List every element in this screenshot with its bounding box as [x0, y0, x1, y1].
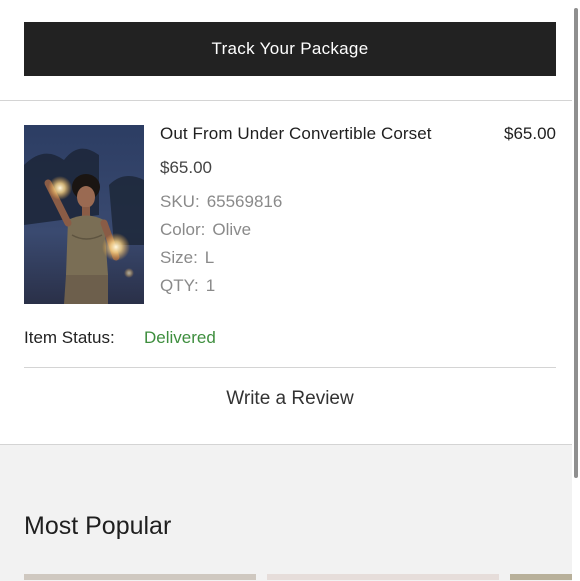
- qty-value: 1: [205, 276, 216, 295]
- color-label: Color:: [160, 220, 206, 239]
- product-image[interactable]: [24, 125, 144, 304]
- qty-row: QTY: 1: [160, 276, 215, 296]
- product-card[interactable]: [510, 574, 572, 580]
- product-title[interactable]: Out From Under Convertible Corset: [160, 124, 432, 144]
- product-card[interactable]: [24, 574, 256, 580]
- divider: [24, 367, 556, 368]
- line-total-price: $65.00: [504, 124, 556, 143]
- most-popular-heading: Most Popular: [24, 512, 172, 540]
- item-status-label: Item Status:: [24, 328, 115, 347]
- color-value: Olive: [212, 220, 252, 239]
- track-package-button[interactable]: Track Your Package: [24, 22, 556, 76]
- sku-label: SKU:: [160, 192, 200, 211]
- qty-label: QTY:: [160, 276, 199, 295]
- write-review-button[interactable]: Write a Review: [24, 388, 556, 410]
- scrollbar[interactable]: [574, 8, 578, 478]
- sku-row: SKU: 65569816: [160, 192, 282, 212]
- divider: [0, 100, 572, 101]
- product-card[interactable]: [267, 574, 499, 580]
- sku-value: 65569816: [206, 192, 283, 211]
- size-label: Size:: [160, 248, 198, 267]
- color-row: Color: Olive: [160, 220, 251, 240]
- item-status-row: Item Status: Delivered: [24, 328, 216, 348]
- size-value: L: [204, 248, 215, 267]
- size-row: Size: L: [160, 248, 214, 268]
- item-status-value: Delivered: [144, 328, 216, 347]
- unit-price: $65.00: [160, 158, 212, 177]
